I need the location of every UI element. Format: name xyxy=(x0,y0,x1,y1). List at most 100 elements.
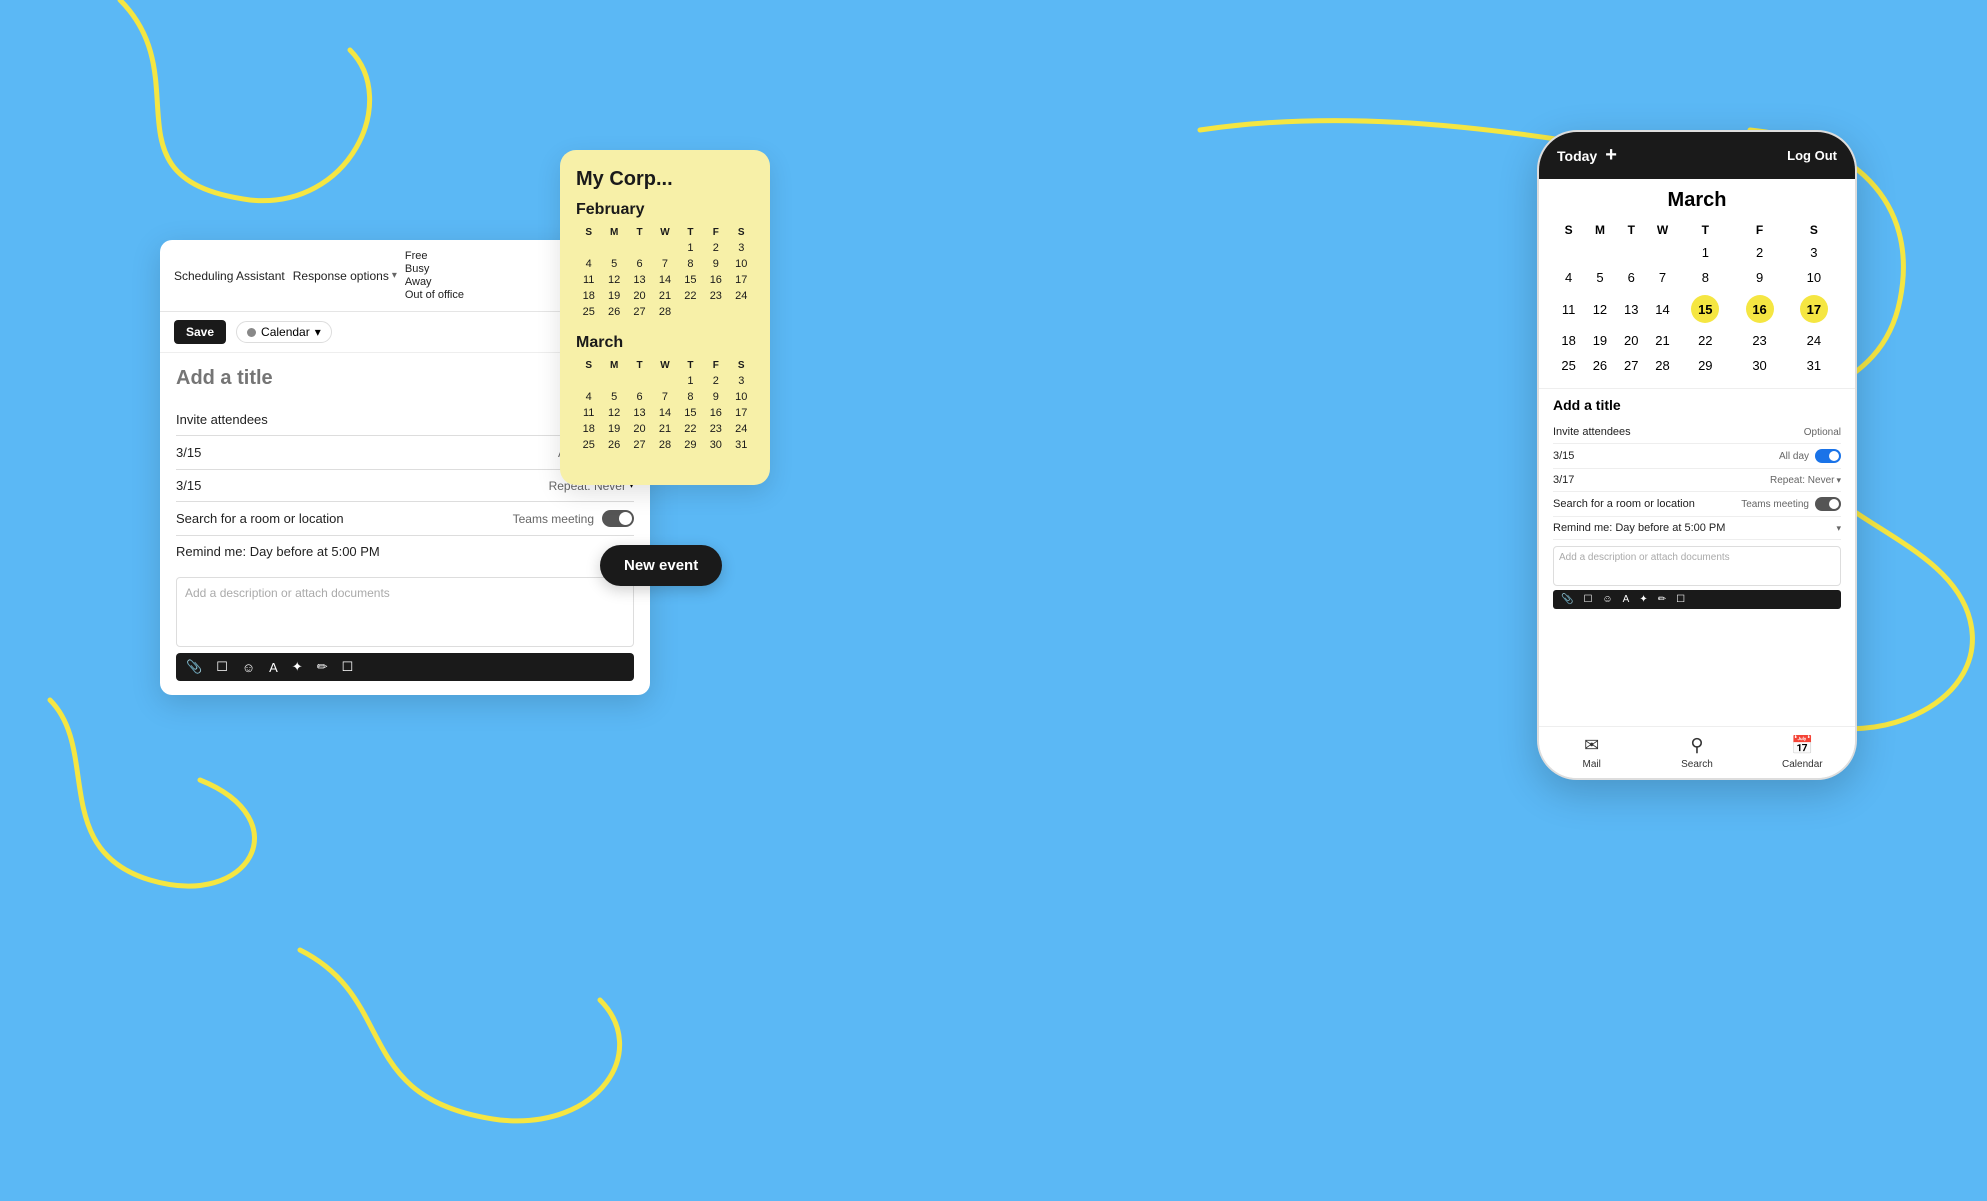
corp-title: My Corp... xyxy=(576,168,754,191)
phone-date-start-row: 3/15 All day xyxy=(1553,444,1841,469)
phone-invite-label: Invite attendees xyxy=(1553,426,1804,438)
scheduling-assistant[interactable]: Scheduling Assistant xyxy=(174,269,285,283)
text-icon[interactable]: A xyxy=(1623,594,1630,605)
phone-location-label[interactable]: Search for a room or location xyxy=(1553,498,1741,510)
col-header: S xyxy=(729,358,754,373)
text-icon[interactable]: A xyxy=(269,660,278,675)
nav-search[interactable]: ⚲ Search xyxy=(1644,735,1749,770)
phone-teams-toggle[interactable] xyxy=(1815,497,1841,511)
image-icon[interactable]: ☐ xyxy=(1583,594,1592,605)
phone-teams-label: Teams meeting xyxy=(1741,499,1809,510)
col-header: T xyxy=(627,358,652,373)
yellow-calendar-card: My Corp... February S M T W T F S 123 45… xyxy=(560,150,770,485)
calendar-icon: 📅 xyxy=(1791,735,1813,756)
col-header: W xyxy=(652,225,677,240)
remind-label[interactable]: Remind me: Day before at 5:00 PM xyxy=(176,544,626,559)
bottom-nav: ✉ Mail ⚲ Search 📅 Calendar xyxy=(1539,726,1855,778)
date-17-highlight[interactable]: 17 xyxy=(1800,295,1828,323)
nav-mail[interactable]: ✉ Mail xyxy=(1539,735,1644,770)
col-header: S xyxy=(729,225,754,240)
save-button[interactable]: Save xyxy=(174,320,226,344)
phone-cal-grid: S M T W T F S 123 4567 8910 xyxy=(1553,220,1841,378)
highlight-icon[interactable]: ✦ xyxy=(1639,594,1647,605)
col-header: F xyxy=(703,225,728,240)
phone-date-start[interactable]: 3/15 xyxy=(1553,450,1779,462)
mail-icon: ✉ xyxy=(1584,735,1599,756)
teams-toggle[interactable] xyxy=(602,510,634,527)
highlight-icon[interactable]: ✦ xyxy=(292,659,303,675)
response-options-dropdown[interactable]: Response options ▾ xyxy=(293,269,397,283)
march-title: March xyxy=(576,334,754,352)
phone-format-toolbar: 📎 ☐ ☺ A ✦ ✏ ☐ xyxy=(1553,590,1841,609)
draw-icon[interactable]: ✏ xyxy=(1658,594,1666,605)
february-calendar: S M T W T F S 123 45678910 1112131415161… xyxy=(576,225,754,320)
col-header: T xyxy=(1616,220,1647,240)
calendar-selector[interactable]: Calendar ▾ xyxy=(236,321,332,343)
format-toolbar: 📎 ☐ ☺ A ✦ ✏ ☐ xyxy=(176,653,634,681)
date-15-highlight[interactable]: 15 xyxy=(1691,295,1719,323)
image-icon[interactable]: ☐ xyxy=(216,659,228,675)
phone-invite-optional: Optional xyxy=(1804,427,1841,438)
chevron-down-icon: ▾ xyxy=(315,325,321,339)
teams-label: Teams meeting xyxy=(513,512,594,526)
col-header: T xyxy=(627,225,652,240)
today-button[interactable]: Today xyxy=(1557,148,1597,164)
col-header: T xyxy=(678,358,703,373)
attachment-icon[interactable]: 📎 xyxy=(186,659,202,675)
phone-location-row: Search for a room or location Teams meet… xyxy=(1553,492,1841,517)
date-16-highlight[interactable]: 16 xyxy=(1746,295,1774,323)
col-header: S xyxy=(576,358,601,373)
phone-date-end-row: 3/17 Repeat: Never ▾ xyxy=(1553,469,1841,492)
new-event-button[interactable]: New event xyxy=(600,545,722,586)
description-box[interactable]: Add a description or attach documents xyxy=(176,577,634,647)
phone-remind-row: Remind me: Day before at 5:00 PM ▾ xyxy=(1553,517,1841,540)
mobile-phone: Today + Log Out March S M T W T F S xyxy=(1537,130,1857,780)
emoji-icon[interactable]: ☺ xyxy=(242,660,255,675)
col-header: M xyxy=(601,358,626,373)
date-end-label[interactable]: 3/15 xyxy=(176,478,549,493)
location-row: Search for a room or location Teams meet… xyxy=(176,502,634,536)
add-event-button[interactable]: + xyxy=(1605,144,1617,167)
file-icon[interactable]: ☐ xyxy=(1676,594,1685,605)
phone-all-day-toggle[interactable] xyxy=(1815,449,1841,463)
location-label[interactable]: Search for a room or location xyxy=(176,511,513,526)
phone-calendar: March S M T W T F S 123 4567 xyxy=(1539,179,1855,388)
nav-calendar-label: Calendar xyxy=(1782,759,1823,770)
nav-search-label: Search xyxy=(1681,759,1713,770)
nav-calendar[interactable]: 📅 Calendar xyxy=(1750,735,1855,770)
attach-icon[interactable]: 📎 xyxy=(1561,594,1573,605)
phone-title-field[interactable]: Add a title xyxy=(1553,397,1841,413)
col-header: M xyxy=(1584,220,1615,240)
chevron-down-icon: ▾ xyxy=(392,270,397,281)
search-icon: ⚲ xyxy=(1690,735,1703,756)
col-header: F xyxy=(703,358,728,373)
date-start-label[interactable]: 3/15 xyxy=(176,445,558,460)
february-title: February xyxy=(576,201,754,219)
file-icon[interactable]: ☐ xyxy=(342,659,354,675)
calendar-dot xyxy=(247,328,256,337)
col-header: T xyxy=(678,225,703,240)
phone-invite-row: Invite attendees Optional xyxy=(1553,421,1841,444)
col-header: M xyxy=(601,225,626,240)
col-header: S xyxy=(1787,220,1841,240)
march-calendar: S M T W T F S 123 45678910 1112131415161… xyxy=(576,358,754,453)
status-menu: Free Busy Away Out of office xyxy=(405,250,464,301)
col-header: W xyxy=(652,358,677,373)
chevron-down-icon: ▾ xyxy=(1836,523,1841,534)
invite-label: Invite attendees xyxy=(176,412,589,427)
phone-event-form: Add a title Invite attendees Optional 3/… xyxy=(1539,388,1855,617)
draw-icon[interactable]: ✏ xyxy=(317,659,328,675)
phone-remind-label[interactable]: Remind me: Day before at 5:00 PM xyxy=(1553,522,1834,534)
nav-mail-label: Mail xyxy=(1582,759,1600,770)
emoji-icon[interactable]: ☺ xyxy=(1602,594,1612,605)
col-header: S xyxy=(1553,220,1584,240)
phone-repeat-label[interactable]: Repeat: Never xyxy=(1770,475,1834,486)
col-header: S xyxy=(576,225,601,240)
phone-all-day-label: All day xyxy=(1779,451,1809,462)
phone-description-box[interactable]: Add a description or attach documents xyxy=(1553,546,1841,586)
phone-date-end[interactable]: 3/17 xyxy=(1553,474,1770,486)
col-header: W xyxy=(1647,220,1678,240)
logout-button[interactable]: Log Out xyxy=(1787,148,1837,163)
col-header: F xyxy=(1732,220,1786,240)
phone-month-title: March xyxy=(1553,189,1841,212)
